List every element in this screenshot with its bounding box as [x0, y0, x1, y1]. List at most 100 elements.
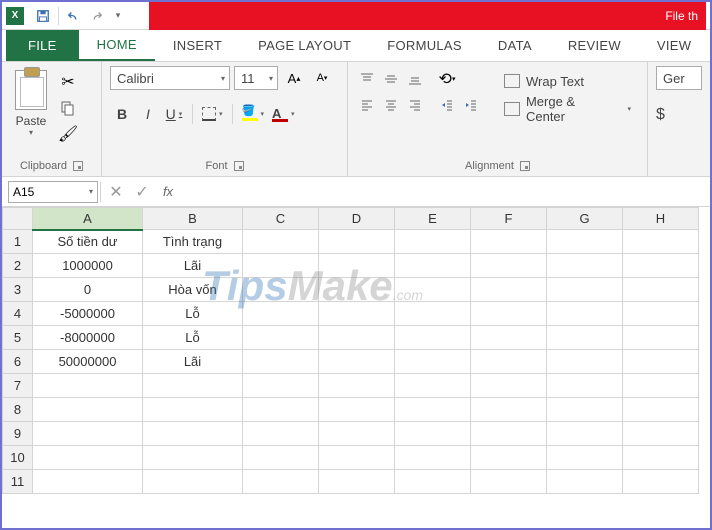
cell-G5[interactable] — [547, 326, 623, 350]
select-all-corner[interactable] — [3, 208, 33, 230]
align-center-button[interactable] — [380, 94, 402, 116]
column-header-E[interactable]: E — [395, 208, 471, 230]
tab-file[interactable]: FILE — [6, 30, 79, 61]
cell-B9[interactable] — [143, 422, 243, 446]
cell-B2[interactable]: Lãi — [143, 254, 243, 278]
cell-A1[interactable]: Số tiền dư — [33, 230, 143, 254]
formula-input[interactable] — [181, 181, 710, 203]
tab-data[interactable]: DATA — [480, 30, 550, 61]
cell-F7[interactable] — [471, 374, 547, 398]
align-bottom-button[interactable] — [404, 68, 426, 90]
cell-A4[interactable]: -5000000 — [33, 302, 143, 326]
cell-H1[interactable] — [623, 230, 699, 254]
cell-G11[interactable] — [547, 470, 623, 494]
font-color-button[interactable]: A — [269, 102, 298, 126]
cell-B1[interactable]: Tình trạng — [143, 230, 243, 254]
cell-E11[interactable] — [395, 470, 471, 494]
cell-D10[interactable] — [319, 446, 395, 470]
italic-button[interactable]: I — [136, 102, 160, 126]
cell-G4[interactable] — [547, 302, 623, 326]
cell-C2[interactable] — [243, 254, 319, 278]
orientation-button[interactable]: ⟲▾ — [436, 68, 458, 90]
cell-C4[interactable] — [243, 302, 319, 326]
tab-home[interactable]: HOME — [79, 30, 155, 61]
tab-view[interactable]: VIEW — [639, 30, 709, 61]
paste-button[interactable]: Paste ▾ — [10, 66, 52, 137]
cell-D3[interactable] — [319, 278, 395, 302]
cell-H6[interactable] — [623, 350, 699, 374]
cell-D8[interactable] — [319, 398, 395, 422]
cell-F10[interactable] — [471, 446, 547, 470]
qat-customize-button[interactable]: ▾ — [107, 5, 129, 27]
cell-A2[interactable]: 1000000 — [33, 254, 143, 278]
column-header-B[interactable]: B — [143, 208, 243, 230]
cell-H4[interactable] — [623, 302, 699, 326]
increase-font-button[interactable]: A▴ — [282, 66, 306, 90]
decrease-font-button[interactable]: A▾ — [310, 66, 334, 90]
enter-formula-button[interactable]: ✓ — [129, 181, 155, 203]
cell-H5[interactable] — [623, 326, 699, 350]
cell-E10[interactable] — [395, 446, 471, 470]
font-size-combo[interactable]: 11▾ — [234, 66, 278, 90]
cell-C1[interactable] — [243, 230, 319, 254]
cell-B10[interactable] — [143, 446, 243, 470]
align-middle-button[interactable] — [380, 68, 402, 90]
cell-D11[interactable] — [319, 470, 395, 494]
row-header-3[interactable]: 3 — [3, 278, 33, 302]
cell-A8[interactable] — [33, 398, 143, 422]
cell-B11[interactable] — [143, 470, 243, 494]
cell-G8[interactable] — [547, 398, 623, 422]
alignment-dialog-launcher[interactable] — [520, 161, 530, 171]
cell-C8[interactable] — [243, 398, 319, 422]
cell-F9[interactable] — [471, 422, 547, 446]
cell-A9[interactable] — [33, 422, 143, 446]
cell-C7[interactable] — [243, 374, 319, 398]
tab-formulas[interactable]: FORMULAS — [369, 30, 480, 61]
cell-E2[interactable] — [395, 254, 471, 278]
cell-E5[interactable] — [395, 326, 471, 350]
cell-H7[interactable] — [623, 374, 699, 398]
cell-E9[interactable] — [395, 422, 471, 446]
cell-H2[interactable] — [623, 254, 699, 278]
row-header-2[interactable]: 2 — [3, 254, 33, 278]
cell-E3[interactable] — [395, 278, 471, 302]
cell-C11[interactable] — [243, 470, 319, 494]
cell-E8[interactable] — [395, 398, 471, 422]
redo-button[interactable] — [85, 5, 107, 27]
save-button[interactable] — [32, 5, 54, 27]
row-header-4[interactable]: 4 — [3, 302, 33, 326]
clipboard-dialog-launcher[interactable] — [73, 161, 83, 171]
cell-D6[interactable] — [319, 350, 395, 374]
copy-button[interactable] — [58, 98, 78, 118]
cell-G10[interactable] — [547, 446, 623, 470]
cell-G1[interactable] — [547, 230, 623, 254]
align-left-button[interactable] — [356, 94, 378, 116]
undo-button[interactable] — [63, 5, 85, 27]
cell-F3[interactable] — [471, 278, 547, 302]
cell-C9[interactable] — [243, 422, 319, 446]
cell-G6[interactable] — [547, 350, 623, 374]
column-header-A[interactable]: A — [33, 208, 143, 230]
cell-F11[interactable] — [471, 470, 547, 494]
column-header-D[interactable]: D — [319, 208, 395, 230]
row-header-1[interactable]: 1 — [3, 230, 33, 254]
cell-G9[interactable] — [547, 422, 623, 446]
row-header-11[interactable]: 11 — [3, 470, 33, 494]
cell-C10[interactable] — [243, 446, 319, 470]
increase-indent-button[interactable] — [460, 94, 482, 116]
column-header-C[interactable]: C — [243, 208, 319, 230]
row-header-8[interactable]: 8 — [3, 398, 33, 422]
cell-F1[interactable] — [471, 230, 547, 254]
cut-button[interactable]: ✂ — [58, 72, 78, 92]
cell-C5[interactable] — [243, 326, 319, 350]
column-header-F[interactable]: F — [471, 208, 547, 230]
cell-E1[interactable] — [395, 230, 471, 254]
cell-E7[interactable] — [395, 374, 471, 398]
row-header-10[interactable]: 10 — [3, 446, 33, 470]
font-dialog-launcher[interactable] — [234, 161, 244, 171]
font-name-combo[interactable]: Calibri▾ — [110, 66, 230, 90]
cell-A6[interactable]: 50000000 — [33, 350, 143, 374]
accounting-format-button[interactable]: $ — [656, 106, 665, 124]
cell-D7[interactable] — [319, 374, 395, 398]
cell-G7[interactable] — [547, 374, 623, 398]
